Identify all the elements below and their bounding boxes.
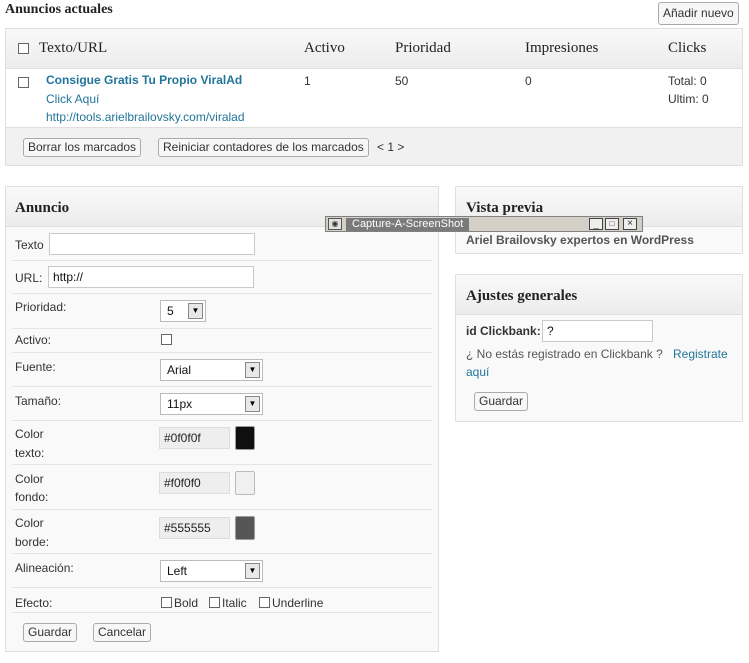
- font-select[interactable]: Arial ▼: [160, 359, 263, 381]
- column-header-texto-url: Texto/URL: [39, 40, 108, 56]
- bold-label: Bold: [174, 596, 199, 610]
- divider: [12, 386, 432, 387]
- text-color-label-2: texto:: [15, 446, 45, 460]
- effect-label: Efecto:: [15, 596, 53, 610]
- register-link-2[interactable]: aquí: [466, 365, 489, 379]
- save-button[interactable]: Guardar: [23, 623, 78, 642]
- underline-checkbox[interactable]: [259, 597, 270, 608]
- maximize-icon[interactable]: □: [605, 218, 619, 230]
- table-row: Consigue Gratis Tu Propio ViralAd Click …: [6, 70, 742, 126]
- bold-checkbox[interactable]: [161, 597, 172, 608]
- table-footer: Borrar los marcados Reiniciar contadores…: [6, 127, 742, 165]
- bg-color-label-2: fondo:: [15, 490, 49, 504]
- bg-color-label: Color: [15, 472, 44, 486]
- divider: [12, 509, 432, 510]
- font-value: Arial: [167, 363, 192, 377]
- dropdown-arrow-icon: ▼: [245, 563, 260, 579]
- camera-icon: ◉: [328, 218, 342, 230]
- screenshot-overlay-titlebar[interactable]: ◉ Capture-A-ScreenShot _ □ ×: [325, 216, 643, 232]
- align-select[interactable]: Left ▼: [160, 560, 263, 582]
- divider: [12, 553, 432, 554]
- preview-title: Vista previa: [466, 200, 544, 216]
- ad-subtitle-link[interactable]: Click Aquí: [46, 92, 99, 106]
- not-registered-text: ¿ No estás registrado en Clickbank ?: [466, 347, 663, 361]
- settings-title: Ajustes generales: [466, 288, 578, 304]
- ads-table: Texto/URL Activo Prioridad Impresiones C…: [5, 28, 743, 166]
- clickbank-label: id Clickbank:: [466, 324, 541, 338]
- ad-title-link[interactable]: Consigue Gratis Tu Propio ViralAd: [46, 73, 242, 87]
- priority-select[interactable]: 5 ▼: [160, 300, 206, 322]
- divider: [12, 352, 432, 353]
- align-value: Left: [167, 564, 188, 578]
- dropdown-arrow-icon: ▼: [245, 396, 260, 412]
- divider: [12, 420, 432, 421]
- register-link[interactable]: Registrate: [673, 347, 728, 361]
- divider: [12, 328, 432, 329]
- align-label: Alineación:: [15, 561, 74, 575]
- add-new-button[interactable]: Añadir nuevo: [658, 2, 739, 25]
- divider: [12, 612, 432, 613]
- ad-clicks-total: Total: 0: [668, 74, 707, 88]
- size-value: 11px: [167, 397, 193, 411]
- bg-color-swatch[interactable]: [235, 471, 255, 495]
- preview-ad-text: Ariel Brailovsky expertos en WordPress: [466, 233, 694, 247]
- ad-active-value: 1: [304, 74, 311, 88]
- priority-value: 5: [167, 304, 174, 318]
- border-color-label-2: borde:: [15, 535, 50, 549]
- ad-form-title: Anuncio: [15, 200, 70, 216]
- italic-checkbox[interactable]: [209, 597, 220, 608]
- pagination[interactable]: < 1 >: [377, 140, 404, 154]
- ad-url-link[interactable]: http://tools.arielbrailovsky.com/viralad: [46, 110, 245, 124]
- font-label: Fuente:: [15, 360, 56, 374]
- overlay-title: Capture-A-ScreenShot: [346, 218, 470, 231]
- ad-clicks-last: Ultim: 0: [668, 92, 709, 106]
- select-all-checkbox[interactable]: [18, 43, 29, 54]
- column-header-activo: Activo: [304, 40, 345, 56]
- text-color-label: Color: [15, 427, 44, 441]
- table-header: [6, 29, 742, 69]
- text-color-swatch[interactable]: [235, 426, 255, 450]
- italic-label: Italic: [222, 596, 247, 610]
- close-icon[interactable]: ×: [623, 218, 637, 230]
- column-header-prioridad: Prioridad: [395, 40, 451, 56]
- size-label: Tamaño:: [15, 394, 62, 408]
- row-checkbox[interactable]: [18, 77, 29, 88]
- reset-counters-button[interactable]: Reiniciar contadores de los marcados: [158, 138, 369, 157]
- ad-form-panel: Anuncio Texto URL: http:// Prioridad: 5 …: [5, 186, 439, 652]
- active-label: Activo:: [15, 333, 52, 347]
- text-color-input[interactable]: #0f0f0f: [159, 427, 230, 449]
- settings-panel: Ajustes generales id Clickbank: ? ¿ No e…: [455, 274, 743, 422]
- page-title: Anuncios actuales: [5, 2, 113, 17]
- column-header-impresiones: Impresiones: [525, 40, 599, 56]
- size-select[interactable]: 11px ▼: [160, 393, 263, 415]
- bg-color-input[interactable]: #f0f0f0: [159, 472, 230, 494]
- dropdown-arrow-icon: ▼: [245, 362, 260, 378]
- divider: [12, 464, 432, 465]
- divider: [12, 587, 432, 588]
- border-color-label: Color: [15, 516, 44, 530]
- delete-marked-button[interactable]: Borrar los marcados: [23, 138, 142, 157]
- column-header-clicks: Clicks: [668, 40, 707, 56]
- settings-save-button[interactable]: Guardar: [474, 392, 529, 411]
- divider: [12, 260, 432, 261]
- dropdown-arrow-icon: ▼: [188, 303, 203, 319]
- ad-impressions-value: 0: [525, 74, 532, 88]
- active-checkbox[interactable]: [161, 334, 172, 345]
- ad-priority-value: 50: [395, 74, 409, 88]
- border-color-input[interactable]: #555555: [159, 517, 230, 539]
- cancel-button[interactable]: Cancelar: [93, 623, 152, 642]
- url-label: URL:: [15, 271, 43, 285]
- url-input[interactable]: http://: [48, 266, 254, 288]
- texto-input[interactable]: [49, 233, 255, 255]
- minimize-icon[interactable]: _: [589, 218, 603, 230]
- divider: [12, 293, 432, 294]
- clickbank-input[interactable]: ?: [542, 320, 653, 342]
- underline-label: Underline: [272, 596, 324, 610]
- border-color-swatch[interactable]: [235, 516, 255, 540]
- priority-label: Prioridad:: [15, 300, 67, 314]
- texto-label: Texto: [15, 238, 44, 252]
